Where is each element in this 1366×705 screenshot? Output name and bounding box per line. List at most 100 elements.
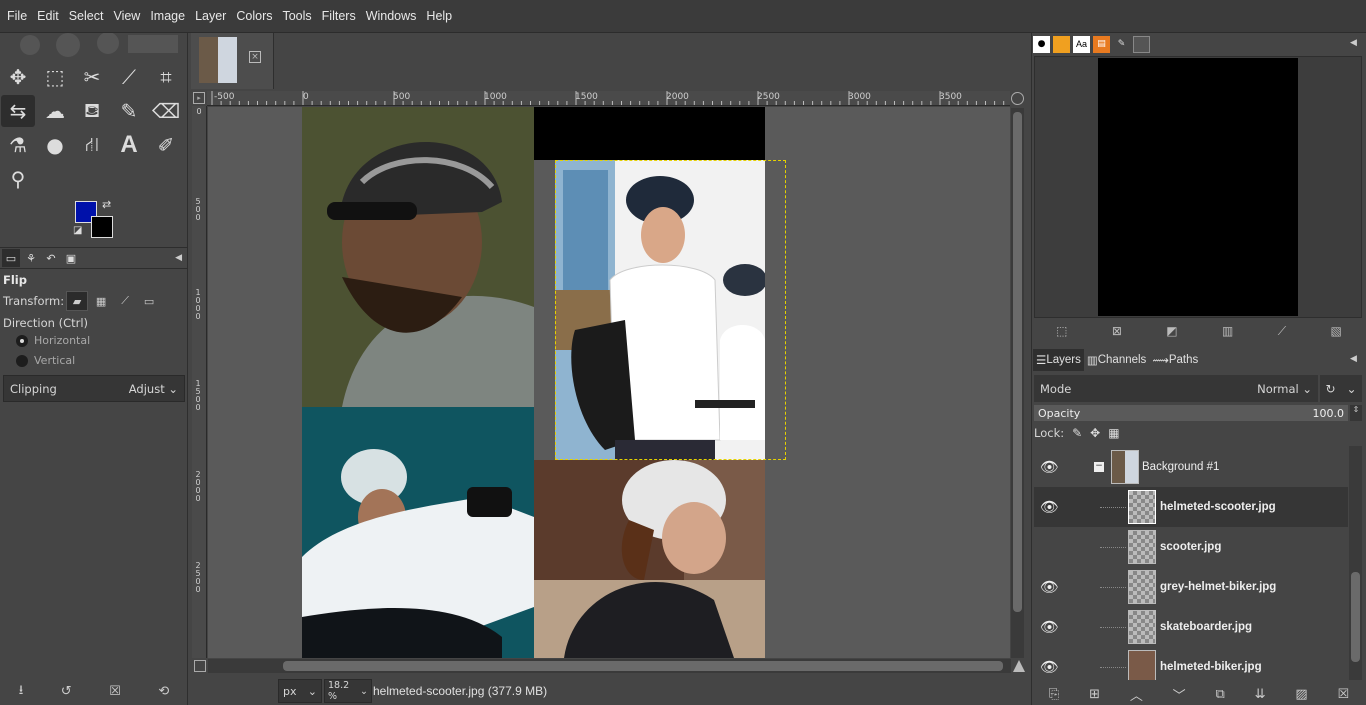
new-layer-group-icon[interactable]: ⊞ <box>1089 687 1100 702</box>
horizontal-ruler[interactable]: -500 0 500 1000 1500 2000 2500 3000 3500 <box>207 91 1010 106</box>
transform-selection-icon[interactable]: ▦ <box>90 291 112 311</box>
reset-tool-options-icon[interactable]: ⟲ <box>158 684 169 699</box>
undo-history-tab-icon[interactable]: ↶ <box>42 249 60 267</box>
unit-dropdown[interactable]: px ⌄ <box>278 679 322 703</box>
images-tab-icon[interactable]: ▣ <box>62 249 80 267</box>
zoom-dropdown[interactable]: 18.2 % ⌄ <box>324 679 372 703</box>
text-tool-icon[interactable]: A <box>112 129 146 161</box>
duplicate-icon[interactable]: ▥ <box>1222 324 1233 338</box>
clone-tool-icon[interactable]: ⚗ <box>1 129 35 161</box>
menu-view[interactable]: View <box>108 9 145 23</box>
delete-icon[interactable]: ⊠ <box>1112 324 1122 338</box>
scrollbar-thumb[interactable] <box>1351 572 1360 662</box>
smudge-tool-icon[interactable]: ● <box>38 129 72 161</box>
select-icon[interactable]: ⬚ <box>1056 324 1067 338</box>
transform-layer-icon[interactable]: ▰ <box>66 291 89 311</box>
patterns-tab-icon[interactable] <box>1053 35 1070 53</box>
edit-icon[interactable]: ◩ <box>1166 324 1177 338</box>
zoom-tool-icon[interactable]: ⚲ <box>1 163 35 195</box>
menu-tools[interactable]: Tools <box>277 9 316 23</box>
ruler-corner-icon[interactable]: ▸ <box>193 92 205 104</box>
gradients-tab-icon[interactable] <box>1133 35 1150 53</box>
reset-colors-icon[interactable]: ◪ <box>73 225 82 236</box>
merge-down-icon[interactable]: ⇊ <box>1255 687 1266 702</box>
paint-dynamics-tab-icon[interactable]: ✎ <box>1113 36 1130 53</box>
rect-select-tool-icon[interactable]: ⬚ <box>38 61 72 93</box>
background-color-swatch[interactable] <box>91 216 113 238</box>
restore-tool-preset-icon[interactable]: ↺ <box>61 684 72 699</box>
visibility-eye-icon[interactable]: 👁 <box>1040 458 1059 476</box>
layer-row[interactable]: 👁 skateboarder.jpg <box>1034 607 1348 647</box>
delete-tool-preset-icon[interactable]: ☒ <box>109 684 121 699</box>
composite-mode-button[interactable]: ↻ ⌄ <box>1320 375 1362 402</box>
move-tool-icon[interactable]: ✥ <box>1 61 35 93</box>
menu-filters[interactable]: Filters <box>317 9 361 23</box>
lock-alpha-icon[interactable]: ▦ <box>1108 426 1119 440</box>
layer-mask-icon[interactable]: ▨ <box>1295 687 1307 702</box>
paintbrush-tool-icon[interactable]: ✎ <box>112 95 146 127</box>
zoom-image-icon[interactable] <box>1011 92 1024 105</box>
layer-row[interactable]: scooter.jpg <box>1034 527 1348 567</box>
vertical-ruler[interactable]: 0 500 1000 1500 2000 2500 <box>192 106 207 658</box>
paths-tool-icon[interactable]: ⛙ <box>75 129 109 161</box>
device-status-tab-icon[interactable]: ⚘ <box>22 249 40 267</box>
duplicate-layer-icon[interactable]: ⧉ <box>1216 687 1225 702</box>
brush-settings-icon[interactable]: ⟋ <box>1278 324 1286 339</box>
clipping-dropdown[interactable]: Clipping Adjust ⌄ <box>3 375 185 402</box>
tool-options-tab-icon[interactable]: ▭ <box>2 249 20 267</box>
lock-position-icon[interactable]: ✥ <box>1090 426 1100 440</box>
menu-colors[interactable]: Colors <box>231 9 277 23</box>
layer-row[interactable]: 👁 − Background #1 <box>1034 447 1348 487</box>
layers-scrollbar[interactable] <box>1349 446 1362 680</box>
vertical-scrollbar[interactable] <box>1011 108 1024 658</box>
warp-tool-icon[interactable]: ☁ <box>38 95 72 127</box>
document-history-tab-icon[interactable]: ▤ <box>1093 35 1110 53</box>
save-tool-preset-icon[interactable]: ⭳ <box>19 681 24 703</box>
transform-path-icon[interactable]: ⟋ <box>114 291 136 311</box>
color-picker-tool-icon[interactable]: ✐ <box>149 129 183 161</box>
radio-vertical[interactable]: Vertical <box>16 354 75 367</box>
opacity-spinner-icon[interactable]: ⇕ <box>1350 405 1362 421</box>
tab-paths[interactable]: ⟿ Paths <box>1149 349 1201 371</box>
swap-colors-icon[interactable]: ⇄ <box>102 198 111 211</box>
panel-menu-icon[interactable]: ◀ <box>1350 38 1360 48</box>
lock-pixels-icon[interactable]: ✎ <box>1072 426 1082 440</box>
horizontal-scrollbar[interactable] <box>208 659 1011 673</box>
new-layer-icon[interactable]: ⎘ <box>1049 687 1059 702</box>
transform-image-icon[interactable]: ▭ <box>138 291 160 311</box>
brushes-tab-icon[interactable]: ● <box>1033 35 1050 53</box>
tab-layers[interactable]: ☰ Layers <box>1033 349 1084 371</box>
menu-layer[interactable]: Layer <box>190 9 231 23</box>
flip-tool-icon[interactable]: ⇆ <box>1 95 35 127</box>
bucket-fill-tool-icon[interactable]: ⛾ <box>75 95 109 127</box>
layer-row[interactable]: 👁 grey-helmet-biker.jpg <box>1034 567 1348 607</box>
navigate-image-icon[interactable] <box>194 660 206 672</box>
layer-row[interactable]: 👁 helmeted-biker.jpg <box>1034 647 1348 680</box>
fuzzy-select-tool-icon[interactable]: ⟋ <box>112 61 146 93</box>
fonts-tab-icon[interactable]: Aa <box>1073 35 1090 53</box>
image-tab[interactable]: × <box>191 33 274 89</box>
panel-menu-icon[interactable]: ◀ <box>175 253 182 263</box>
visibility-eye-icon[interactable]: 👁 <box>1040 658 1059 676</box>
crop-tool-icon[interactable]: ⌗ <box>149 61 183 93</box>
quick-mask-toggle-icon[interactable] <box>1013 660 1025 672</box>
tab-channels[interactable]: ▥ Channels <box>1084 349 1149 371</box>
close-image-icon[interactable]: × <box>249 51 261 63</box>
menu-select[interactable]: Select <box>64 9 109 23</box>
refresh-icon[interactable]: ▧ <box>1330 324 1341 338</box>
menu-file[interactable]: File <box>2 9 32 23</box>
radio-horizontal[interactable]: Horizontal <box>16 334 90 347</box>
delete-layer-icon[interactable]: ☒ <box>1337 687 1349 702</box>
eraser-tool-icon[interactable]: ⌫ <box>149 95 183 127</box>
visibility-eye-icon[interactable]: 👁 <box>1040 618 1059 636</box>
layer-row[interactable]: 👁 helmeted-scooter.jpg <box>1034 487 1348 527</box>
mode-dropdown[interactable]: Mode Normal ⌄ <box>1034 375 1318 402</box>
scrollbar-thumb[interactable] <box>1013 112 1022 612</box>
scrollbar-thumb[interactable] <box>283 661 1003 671</box>
menu-image[interactable]: Image <box>145 9 190 23</box>
opacity-slider[interactable]: Opacity 100.0 <box>1034 405 1348 421</box>
raise-layer-icon[interactable]: ︿ <box>1130 685 1143 704</box>
visibility-eye-icon[interactable]: 👁 <box>1040 498 1059 516</box>
menu-edit[interactable]: Edit <box>32 9 64 23</box>
menu-help[interactable]: Help <box>421 9 457 23</box>
